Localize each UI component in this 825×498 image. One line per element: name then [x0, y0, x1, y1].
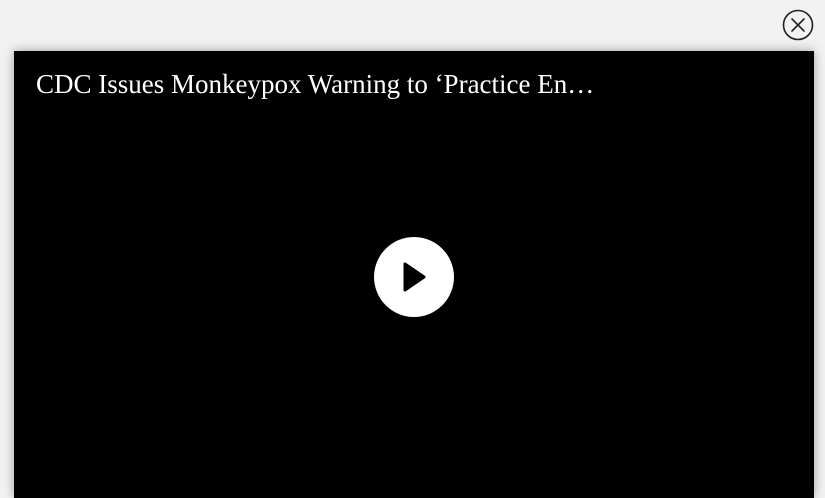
- page: CDC Issues Monkeypox Warning to ‘Practic…: [0, 0, 825, 498]
- video-title: CDC Issues Monkeypox Warning to ‘Practic…: [36, 69, 595, 99]
- close-circle-icon: [782, 9, 814, 41]
- video-player[interactable]: CDC Issues Monkeypox Warning to ‘Practic…: [14, 51, 814, 498]
- play-icon: [403, 262, 426, 292]
- close-button[interactable]: [782, 9, 814, 41]
- play-button[interactable]: [374, 237, 454, 317]
